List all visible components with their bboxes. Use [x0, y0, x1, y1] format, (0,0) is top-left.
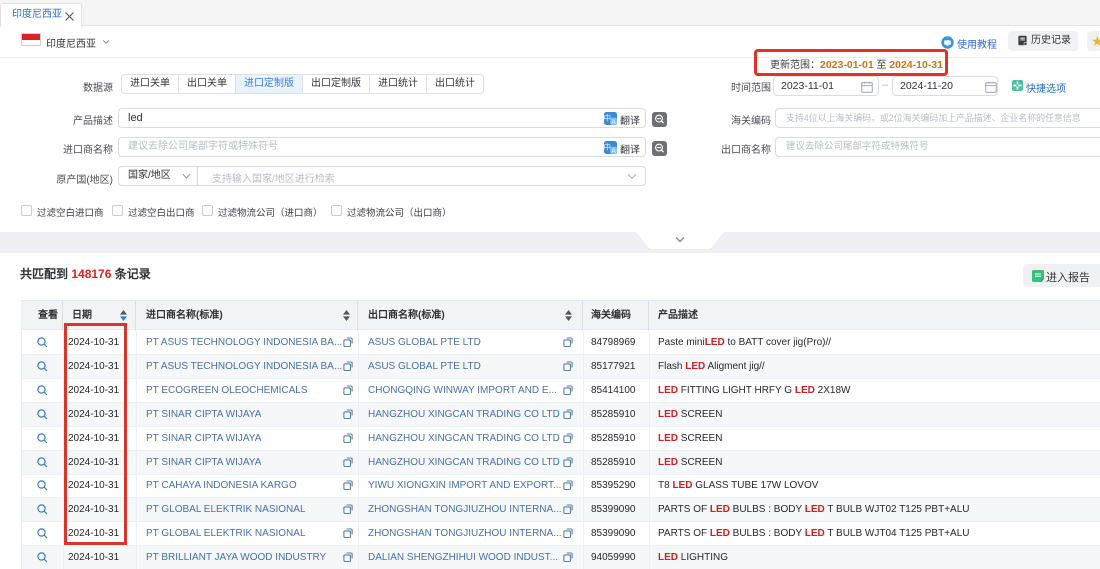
- svg-text:中: 中: [604, 142, 611, 152]
- svg-text:A: A: [611, 119, 616, 125]
- svg-text:A: A: [611, 148, 616, 154]
- svg-text:中: 中: [604, 113, 611, 123]
